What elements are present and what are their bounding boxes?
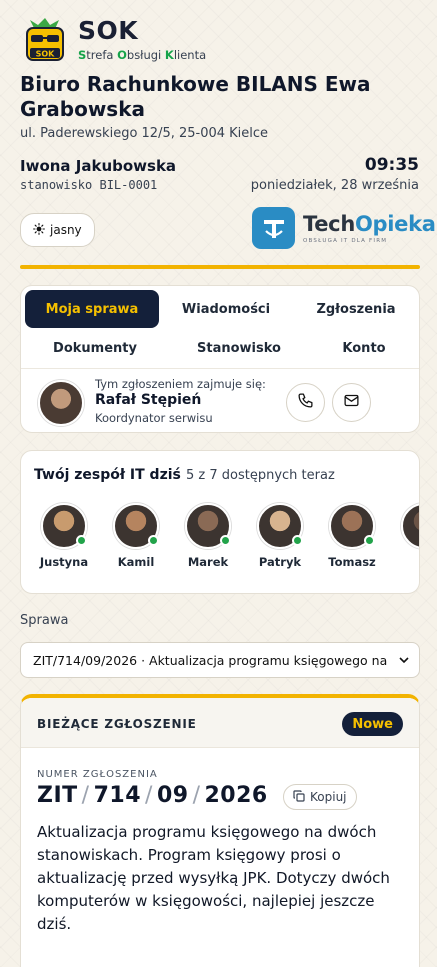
team-member[interactable]: Justyna <box>34 503 94 569</box>
copy-button[interactable]: Kopiuj <box>283 784 357 810</box>
avatar <box>329 503 375 549</box>
mail-icon <box>343 392 360 413</box>
team-member-name: Kamil <box>117 555 155 569</box>
avatar <box>113 503 159 549</box>
online-status-dot <box>364 535 375 546</box>
current-ticket-card: BIEŻĄCE ZGŁOSZENIE Nowe NUMER ZGŁOSZENIA… <box>20 694 420 967</box>
theme-toggle-button[interactable]: jasny <box>20 213 95 247</box>
accent-divider <box>20 265 420 269</box>
coordinator-role: Koordynator serwisu <box>95 411 213 425</box>
team-member[interactable]: Tomasz <box>322 503 382 569</box>
sun-icon <box>33 222 45 238</box>
team-card: Twój zespół IT dziś 5 z 7 dostępnych ter… <box>20 450 420 594</box>
user-name: Iwona Jakubowska <box>20 157 177 175</box>
station-id: stanowisko BIL-0001 <box>20 178 158 192</box>
team-member-name: Patryk <box>258 555 302 569</box>
app-subtitle: Strefa Obsługi Klienta <box>78 48 207 62</box>
company-name: Biuro Rachunkowe BILANS Ewa Grabowska <box>20 72 371 121</box>
tab-wiadomosci[interactable]: Wiadomości <box>161 290 291 328</box>
coordinator-label: Tym zgłoszeniem zajmuje się: <box>95 377 266 391</box>
team-availability: 5 z 7 dostępnych teraz <box>186 468 335 483</box>
team-member[interactable]: Kamil <box>106 503 166 569</box>
tab-stanowisko[interactable]: Stanowisko <box>169 329 309 367</box>
clock-time: 09:35 <box>364 155 419 175</box>
team-member-name: Marek <box>187 555 229 569</box>
svg-text:SOK: SOK <box>36 50 56 59</box>
team-title: Twój zespół IT dziś <box>34 467 181 483</box>
team-member[interactable]: Patryk <box>250 503 310 569</box>
avatar <box>401 503 419 549</box>
avatar <box>41 503 87 549</box>
phone-icon <box>297 392 314 413</box>
chevron-down-icon <box>397 653 411 670</box>
sok-logo: SOK <box>22 18 68 62</box>
techopieka-name: TechOpieka <box>303 211 436 236</box>
techopieka-tagline: OBSŁUGA IT DLA FIRM <box>303 237 388 244</box>
case-select-value: ZIT/714/09/2026 · Aktualizacja programu … <box>33 652 391 668</box>
email-button[interactable] <box>332 383 371 422</box>
avatar <box>185 503 231 549</box>
ticket-header-title: BIEŻĄCE ZGŁOSZENIE <box>37 717 197 731</box>
avatar <box>257 503 303 549</box>
techopieka-mark-icon <box>252 207 295 249</box>
team-member[interactable]: D <box>394 503 419 569</box>
app-name: SOK <box>78 16 139 45</box>
copy-icon <box>293 789 305 805</box>
ticket-header: BIEŻĄCE ZGŁOSZENIE Nowe <box>21 698 419 748</box>
tab-dokumenty[interactable]: Dokumenty <box>25 329 165 367</box>
tab-moja-sprawa[interactable]: Moja sprawa <box>25 290 159 328</box>
team-member-name: Justyna <box>39 555 89 569</box>
theme-toggle-label: jasny <box>50 223 82 237</box>
online-status-dot <box>220 535 231 546</box>
online-status-dot <box>148 535 159 546</box>
case-select-label: Sprawa <box>20 613 69 628</box>
online-status-dot <box>76 535 87 546</box>
copy-button-label: Kopiuj <box>310 790 347 804</box>
tab-konto[interactable]: Konto <box>311 329 417 367</box>
nav-card: Moja sprawa Wiadomości Zgłoszenia Dokume… <box>20 285 420 433</box>
techopieka-logo: TechOpieka OBSŁUGA IT DLA FIRM <box>252 207 436 249</box>
call-button[interactable] <box>286 383 325 422</box>
team-member-name: D <box>394 555 419 569</box>
online-status-dot <box>292 535 303 546</box>
ticket-description: Aktualizacja programu księgowego na dwóc… <box>37 823 390 933</box>
company-address: ul. Paderewskiego 12/5, 25-004 Kielce <box>20 126 269 141</box>
ticket-number: ZIT/714/09/2026 <box>37 783 268 808</box>
team-member[interactable]: Marek <box>178 503 238 569</box>
coordinator-name: Rafał Stępień <box>95 392 202 408</box>
coordinator-avatar <box>38 380 84 426</box>
team-member-name: Tomasz <box>328 555 376 569</box>
divider <box>21 368 419 369</box>
case-select[interactable]: ZIT/714/09/2026 · Aktualizacja programu … <box>20 642 420 678</box>
status-badge: Nowe <box>342 712 403 736</box>
ticket-number-label: NUMER ZGŁOSZENIA <box>37 769 158 780</box>
tab-zgloszenia[interactable]: Zgłoszenia <box>291 290 421 328</box>
clock-date: poniedziałek, 28 września <box>250 178 419 193</box>
